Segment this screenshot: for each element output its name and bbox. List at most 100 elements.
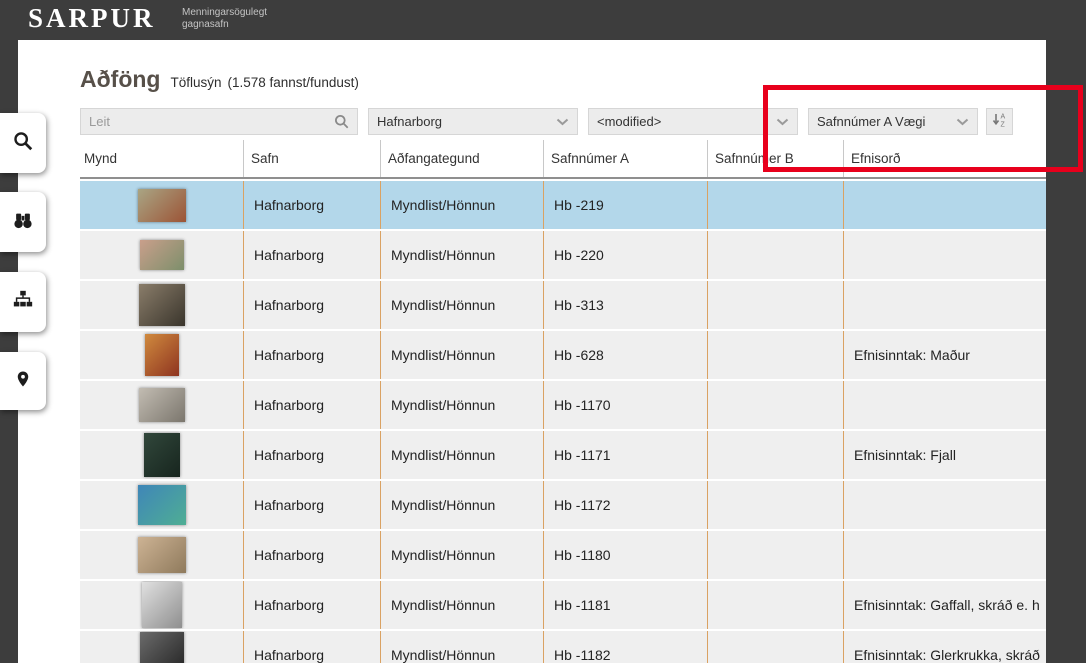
column-header-safnnumer-b[interactable]: Safnnúmer B — [707, 140, 843, 177]
column-header-mynd[interactable]: Mynd — [80, 140, 243, 177]
cell-safn: Hafnarborg — [243, 231, 380, 279]
column-header-adfangategund[interactable]: Aðfangategund — [380, 140, 543, 177]
thumbnail[interactable] — [137, 537, 186, 573]
brand-logo[interactable]: SARPUR — [28, 3, 156, 34]
table-row[interactable]: Hafnarborg Myndlist/Hönnun Hb -628 Efnis… — [80, 331, 1046, 379]
cell-efnisord: Efnisinntak: Maður — [843, 331, 1046, 379]
cell-efnisord: Efnisinntak: Gaffall, skráð e. h — [843, 581, 1046, 629]
sort-order-button[interactable]: A Z — [986, 108, 1013, 135]
cell-efnisord — [843, 281, 1046, 329]
thumbnail[interactable] — [137, 188, 186, 222]
cell-safnnumer-a: Hb -313 — [543, 281, 707, 329]
search-icon — [12, 130, 34, 157]
thumbnail-cell — [80, 331, 243, 379]
sidebar-item-location[interactable] — [0, 352, 46, 410]
result-count: (1.578 fannst/fundust) — [227, 75, 359, 90]
cell-safnnumer-a: Hb -1170 — [543, 381, 707, 429]
cell-safnnumer-b — [707, 481, 843, 529]
thumbnail-cell — [80, 231, 243, 279]
sidebar-item-search[interactable] — [0, 113, 46, 173]
table-row[interactable]: Hafnarborg Myndlist/Hönnun Hb -1181 Efni… — [80, 581, 1046, 629]
table-row[interactable]: Hafnarborg Myndlist/Hönnun Hb -220 — [80, 231, 1046, 279]
cell-efnisord — [843, 231, 1046, 279]
thumbnail[interactable] — [141, 582, 182, 628]
sort-az-icon: A Z — [992, 112, 1007, 132]
table-row[interactable]: Hafnarborg Myndlist/Hönnun Hb -313 — [80, 281, 1046, 329]
cell-safn: Hafnarborg — [243, 431, 380, 479]
cell-safnnumer-b — [707, 231, 843, 279]
table-body: Hafnarborg Myndlist/Hönnun Hb -219 Hafna… — [80, 181, 1046, 663]
thumbnail[interactable] — [138, 388, 185, 422]
cell-safnnumer-b — [707, 331, 843, 379]
search-input[interactable] — [81, 114, 334, 129]
cell-safnnumer-a: Hb -1181 — [543, 581, 707, 629]
cell-safnnumer-b — [707, 531, 843, 579]
cell-adfangategund: Myndlist/Hönnun — [380, 381, 543, 429]
chevron-down-icon — [776, 114, 789, 129]
cell-safn: Hafnarborg — [243, 581, 380, 629]
modified-dropdown[interactable]: <modified> — [588, 108, 798, 135]
cell-safnnumer-a: Hb -1172 — [543, 481, 707, 529]
cell-safnnumer-a: Hb -220 — [543, 231, 707, 279]
sort-dropdown[interactable]: Safnnúmer A Vægi — [808, 108, 978, 135]
main-panel: Aðföng Töflusýn (1.578 fannst/fundust) H… — [18, 40, 1046, 663]
table-row[interactable]: Hafnarborg Myndlist/Hönnun Hb -1171 Efni… — [80, 431, 1046, 479]
cell-safn: Hafnarborg — [243, 181, 380, 229]
svg-text:A: A — [1001, 113, 1006, 120]
cell-safnnumer-b — [707, 431, 843, 479]
chevron-down-icon — [956, 114, 969, 129]
cell-safn: Hafnarborg — [243, 281, 380, 329]
view-mode-label: Töflusýn — [170, 75, 222, 90]
top-bar: SARPUR Menningarsögulegt gagnasafn — [0, 0, 1086, 40]
chevron-down-icon — [556, 114, 569, 129]
cell-efnisord: Efnisinntak: Fjall — [843, 431, 1046, 479]
cell-safnnumer-a: Hb -628 — [543, 331, 707, 379]
column-header-safn[interactable]: Safn — [243, 140, 380, 177]
thumbnail-cell — [80, 431, 243, 479]
cell-efnisord — [843, 181, 1046, 229]
cell-efnisord — [843, 531, 1046, 579]
thumbnail[interactable] — [138, 284, 185, 326]
thumbnail-cell — [80, 631, 243, 663]
table-row[interactable]: Hafnarborg Myndlist/Hönnun Hb -219 — [80, 181, 1046, 229]
thumbnail[interactable] — [139, 240, 184, 270]
svg-text:Z: Z — [1001, 121, 1006, 127]
cell-adfangategund: Myndlist/Hönnun — [380, 481, 543, 529]
cell-safnnumer-b — [707, 181, 843, 229]
collection-dropdown[interactable]: Hafnarborg — [368, 108, 578, 135]
table-row[interactable]: Hafnarborg Myndlist/Hönnun Hb -1180 — [80, 531, 1046, 579]
cell-safnnumer-b — [707, 581, 843, 629]
cell-adfangategund: Myndlist/Hönnun — [380, 281, 543, 329]
cell-adfangategund: Myndlist/Hönnun — [380, 581, 543, 629]
sidebar-item-hierarchy[interactable] — [0, 272, 46, 332]
brand-tagline-line1: Menningarsögulegt — [182, 7, 268, 18]
thumbnail[interactable] — [143, 433, 180, 477]
brand-tagline-line2: gagnasafn — [182, 19, 229, 30]
cell-safn: Hafnarborg — [243, 381, 380, 429]
cell-efnisord: Efnisinntak: Glerkrukka, skráð — [843, 631, 1046, 663]
thumbnail[interactable] — [139, 632, 184, 663]
cell-adfangategund: Myndlist/Hönnun — [380, 531, 543, 579]
cell-adfangategund: Myndlist/Hönnun — [380, 431, 543, 479]
cell-safn: Hafnarborg — [243, 481, 380, 529]
table-row[interactable]: Hafnarborg Myndlist/Hönnun Hb -1182 Efni… — [80, 631, 1046, 663]
thumbnail-cell — [80, 581, 243, 629]
thumbnail-cell — [80, 281, 243, 329]
thumbnail[interactable] — [137, 485, 186, 525]
cell-safnnumer-a: Hb -219 — [543, 181, 707, 229]
cell-efnisord — [843, 381, 1046, 429]
cell-safnnumer-a: Hb -1171 — [543, 431, 707, 479]
column-header-efnisord[interactable]: Efnisorð — [843, 140, 1046, 177]
location-pin-icon — [14, 368, 32, 395]
search-icon — [334, 114, 349, 129]
thumbnail[interactable] — [144, 334, 179, 376]
sidebar-item-browse[interactable] — [0, 192, 46, 252]
search-box — [80, 108, 358, 135]
table-row[interactable]: Hafnarborg Myndlist/Hönnun Hb -1170 — [80, 381, 1046, 429]
filter-bar: Hafnarborg <modified> Safnnúmer A Vægi — [80, 108, 1013, 135]
brand-tagline: Menningarsögulegt gagnasafn — [182, 7, 267, 31]
cell-safnnumer-a: Hb -1180 — [543, 531, 707, 579]
column-header-safnnumer-a[interactable]: Safnnúmer A — [543, 140, 707, 177]
cell-efnisord — [843, 481, 1046, 529]
table-row[interactable]: Hafnarborg Myndlist/Hönnun Hb -1172 — [80, 481, 1046, 529]
